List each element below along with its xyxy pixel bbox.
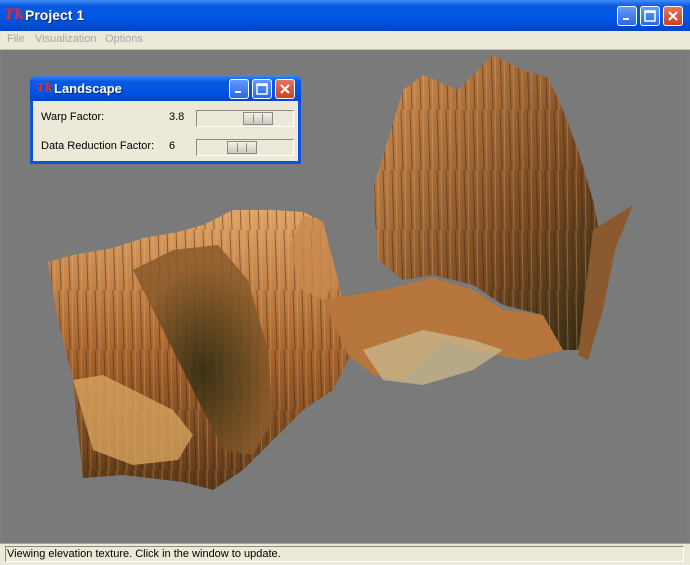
window-titlebar[interactable]: Tk Project 1	[0, 0, 690, 32]
tk-logo-icon: Tk	[36, 81, 54, 95]
warp-factor-value: 3.8	[169, 111, 185, 123]
dialog-minimize-button[interactable]	[229, 79, 249, 99]
data-reduction-slider[interactable]	[196, 139, 294, 156]
warp-factor-slider[interactable]	[196, 110, 294, 127]
landscape-dialog: Tk Landscape Warp Factor: 3.8 Data Reduc…	[30, 75, 301, 164]
minimize-button[interactable]	[617, 6, 637, 26]
dialog-maximize-button[interactable]	[252, 79, 272, 99]
dialog-title: Landscape	[54, 81, 122, 96]
dialog-close-button[interactable]	[275, 79, 295, 99]
statusbar: Viewing elevation texture. Click in the …	[0, 543, 690, 565]
warp-factor-slider-thumb[interactable]	[243, 112, 273, 125]
menu-file[interactable]: File	[7, 33, 25, 45]
maximize-button[interactable]	[640, 6, 660, 26]
dialog-body: Warp Factor: 3.8 Data Reduction Factor: …	[33, 101, 298, 161]
window-title: Project 1	[25, 7, 85, 23]
data-reduction-label: Data Reduction Factor:	[41, 140, 155, 152]
main-window: Tk Project 1 File Visualization Options	[0, 0, 690, 565]
data-reduction-value: 6	[169, 140, 176, 152]
data-reduction-slider-thumb[interactable]	[227, 141, 257, 154]
dialog-titlebar[interactable]: Tk Landscape	[30, 75, 301, 101]
status-message: Viewing elevation texture. Click in the …	[5, 546, 684, 562]
tk-logo-icon: Tk	[4, 7, 25, 23]
menu-visualization[interactable]: Visualization	[35, 33, 97, 45]
menu-options[interactable]: Options	[105, 33, 143, 45]
close-button[interactable]	[663, 6, 683, 26]
warp-factor-label: Warp Factor:	[41, 111, 105, 123]
menubar: File Visualization Options	[0, 31, 690, 50]
